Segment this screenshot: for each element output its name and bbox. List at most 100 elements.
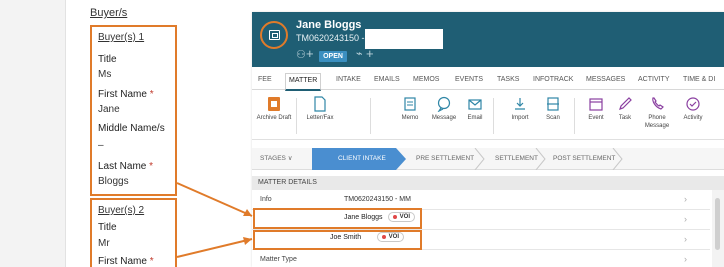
info-row[interactable]: Info TM0620243150 - MM › bbox=[252, 190, 710, 210]
tab-activity[interactable]: ACTIVITY bbox=[638, 76, 670, 83]
chevron-right-icon: › bbox=[684, 254, 687, 264]
details-scrollbar[interactable] bbox=[712, 190, 724, 267]
voi-badge[interactable]: VOI bbox=[388, 212, 415, 222]
toolbar-label: Phone Message bbox=[644, 115, 670, 129]
stage-pre-settlement[interactable]: PRE SETTLEMENT bbox=[416, 148, 474, 170]
required-marker: * bbox=[149, 256, 154, 267]
stage-divider-icon bbox=[474, 148, 485, 170]
toolbar-label: Scan bbox=[546, 115, 560, 121]
last-name-value[interactable]: Bloggs bbox=[98, 176, 129, 187]
scrollbar-thumb[interactable] bbox=[715, 198, 720, 250]
stage-settlement[interactable]: SETTLEMENT bbox=[495, 148, 538, 170]
contact-name[interactable]: Jane Bloggs bbox=[344, 214, 383, 221]
stage-divider-icon bbox=[535, 148, 546, 170]
chevron-right-icon: › bbox=[684, 194, 687, 204]
tab-events[interactable]: EVENTS bbox=[455, 76, 483, 83]
stages-menu-button[interactable]: STAGES ∨ bbox=[260, 148, 292, 170]
tab-fee[interactable]: FEE bbox=[258, 76, 272, 83]
required-marker: * bbox=[149, 89, 154, 100]
tab-messages[interactable]: MESSAGES bbox=[586, 76, 625, 83]
title-label: Title bbox=[98, 54, 117, 65]
toolbar-label: Email bbox=[467, 115, 483, 121]
matter-type-label: Matter Type bbox=[260, 256, 297, 263]
email-icon bbox=[468, 99, 482, 110]
scan-icon bbox=[547, 97, 559, 111]
toolbar-divider bbox=[370, 98, 371, 134]
middle-name-value[interactable]: – bbox=[98, 140, 104, 151]
buyer-2-card: Buyer(s) 2 Title Mr First Name * bbox=[90, 198, 177, 267]
info-label: Info bbox=[260, 196, 272, 203]
activity-button[interactable]: Activity bbox=[673, 96, 713, 122]
contact-name[interactable]: Joe Smith bbox=[330, 234, 361, 241]
link-icon[interactable]: ⌁ bbox=[356, 47, 363, 60]
message-icon bbox=[437, 96, 451, 112]
buyer-1-heading-link[interactable]: Buyer(s) 1 bbox=[98, 32, 144, 43]
first-name-value[interactable]: Jane bbox=[98, 104, 120, 115]
matter-header: Jane Bloggs TM0620243150 - ⚇ + OPEN ⌁ + bbox=[252, 12, 724, 67]
action-toolbar: Archive Draft Letter/Fax Memo Message Em… bbox=[252, 92, 724, 140]
matter-type-row[interactable]: Matter Type › bbox=[252, 250, 710, 267]
scan-button[interactable]: Scan bbox=[533, 96, 573, 122]
stage-arrow bbox=[396, 148, 406, 170]
tab-tasks[interactable]: TASKS bbox=[497, 76, 519, 83]
chevron-down-icon: ∨ bbox=[287, 155, 293, 162]
voi-badge[interactable]: VOI bbox=[377, 232, 404, 242]
toolbar-divider bbox=[574, 98, 575, 134]
archive-draft-button[interactable]: Archive Draft bbox=[254, 96, 294, 122]
middle-name-label: Middle Name/s bbox=[98, 123, 165, 134]
import-icon bbox=[515, 98, 525, 110]
matter-tabs: FEE MATTER INTAKE EMAILS MEMOS EVENTS TA… bbox=[252, 72, 724, 91]
activity-icon bbox=[686, 97, 700, 111]
tab-matter[interactable]: MATTER bbox=[285, 73, 322, 91]
chevron-right-icon: › bbox=[684, 234, 687, 244]
phone-message-button[interactable]: Phone Message bbox=[637, 96, 677, 130]
first-name-label: First Name * bbox=[98, 256, 154, 267]
buyer-2-heading-link[interactable]: Buyer(s) 2 bbox=[98, 205, 144, 216]
people-icon[interactable]: ⚇ bbox=[296, 48, 306, 61]
matter-window: Jane Bloggs TM0620243150 - ⚇ + OPEN ⌁ + … bbox=[252, 12, 724, 267]
add-link-icon[interactable]: + bbox=[366, 46, 374, 61]
phone-icon bbox=[652, 97, 664, 110]
tab-intake[interactable]: INTAKE bbox=[336, 76, 361, 83]
title-value[interactable]: Mr bbox=[98, 238, 110, 249]
email-button[interactable]: Email bbox=[455, 96, 495, 122]
tab-emails[interactable]: EMAILS bbox=[374, 76, 400, 83]
required-marker: * bbox=[149, 161, 154, 172]
toolbar-divider bbox=[296, 98, 297, 134]
title-value[interactable]: Ms bbox=[98, 69, 111, 80]
stages-bar: STAGES ∨ CLIENT INTAKE PRE SETTLEMENT SE… bbox=[252, 148, 724, 170]
matter-number: TM0620243150 - bbox=[296, 33, 365, 43]
left-gutter bbox=[0, 0, 66, 267]
stage-client-intake[interactable]: CLIENT INTAKE bbox=[312, 148, 396, 170]
memo-icon bbox=[404, 97, 416, 111]
add-icon[interactable]: + bbox=[306, 46, 314, 61]
tab-time[interactable]: TIME & DI bbox=[683, 76, 715, 83]
client-name: Jane Bloggs bbox=[296, 19, 362, 31]
task-icon bbox=[619, 97, 632, 110]
contact-row-2[interactable]: Joe Smith VOI › bbox=[252, 230, 710, 250]
event-icon bbox=[589, 98, 603, 111]
stage-post-settlement[interactable]: POST SETTLEMENT bbox=[553, 148, 615, 170]
toolbar-label: Activity bbox=[683, 115, 703, 121]
tab-infotrack[interactable]: INFOTRACK bbox=[533, 76, 573, 83]
toolbar-label: Archive Draft bbox=[256, 115, 292, 121]
contact-row-1[interactable]: Jane Bloggs VOI › bbox=[252, 210, 710, 230]
matter-details-title: MATTER DETAILS bbox=[252, 176, 724, 190]
redacted-block bbox=[365, 29, 443, 49]
voi-status-dot bbox=[393, 215, 397, 219]
buyers-link[interactable]: Buyer/s bbox=[90, 7, 127, 19]
stage-divider-icon bbox=[612, 148, 623, 170]
voi-status-dot bbox=[382, 235, 386, 239]
archive-icon bbox=[268, 97, 280, 111]
letter-icon bbox=[314, 96, 326, 112]
matter-icon bbox=[260, 21, 288, 49]
title-label: Title bbox=[98, 222, 117, 233]
tab-memos[interactable]: MEMOS bbox=[413, 76, 439, 83]
buyer-1-card: Buyer(s) 1 Title Ms First Name * Jane Mi… bbox=[90, 25, 177, 196]
first-name-label: First Name * bbox=[98, 89, 154, 100]
info-value: TM0620243150 - MM bbox=[344, 196, 411, 203]
toolbar-label: Letter/Fax bbox=[306, 115, 334, 121]
status-badge: OPEN bbox=[319, 51, 347, 62]
last-name-label: Last Name * bbox=[98, 161, 154, 172]
letter-fax-button[interactable]: Letter/Fax bbox=[300, 96, 340, 122]
